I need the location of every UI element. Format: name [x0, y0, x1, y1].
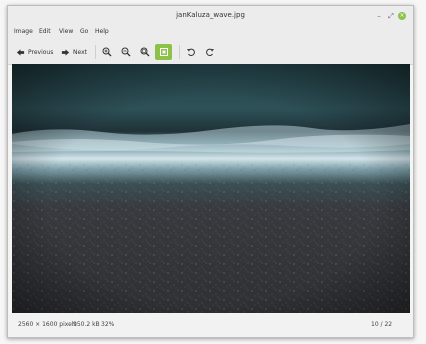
menu-view[interactable]: View: [59, 28, 73, 35]
menu-help[interactable]: Help: [95, 28, 109, 35]
minimize-button[interactable]: –: [374, 11, 384, 21]
image-viewer-window: janKaluza_wave.jpg – ⤢ × Image Edit View…: [7, 5, 414, 338]
menu-go[interactable]: Go: [80, 28, 88, 35]
arrow-right-icon: [61, 48, 70, 56]
title-bar[interactable]: janKaluza_wave.jpg – ⤢ ×: [8, 6, 413, 26]
menu-image[interactable]: Image: [14, 28, 33, 35]
zoom-in-icon: [102, 47, 112, 57]
status-bar: 2560 × 1600 pixels 950.2 kB 32% 10 / 22: [8, 314, 413, 337]
previous-label: Previous: [28, 48, 54, 56]
rotate-left-icon: [187, 48, 195, 56]
image-position: 10 / 22: [371, 321, 393, 328]
window-title: janKaluza_wave.jpg: [176, 11, 245, 19]
arrow-left-icon: [16, 48, 25, 56]
image-display[interactable]: [12, 64, 410, 313]
rotate-right-icon: [206, 48, 214, 56]
zoom-normal-icon: [140, 47, 150, 57]
best-fit-button[interactable]: [155, 44, 172, 60]
menu-bar: Image Edit View Go Help: [8, 26, 413, 40]
best-fit-icon: [159, 48, 168, 56]
toolbar: Previous Next: [8, 40, 413, 65]
zoom-out-icon: [121, 47, 131, 57]
zoom-normal-button[interactable]: [138, 45, 152, 59]
wave-photo: [12, 64, 410, 313]
menu-edit[interactable]: Edit: [39, 28, 51, 35]
image-dimensions: 2560 × 1600 pixels: [18, 321, 77, 328]
previous-button[interactable]: Previous: [16, 44, 53, 60]
maximize-button[interactable]: ⤢: [386, 11, 396, 21]
next-label: Next: [73, 48, 87, 56]
file-size: 950.2 kB: [73, 321, 100, 328]
close-button[interactable]: ×: [398, 12, 406, 20]
toolbar-separator: [179, 45, 180, 59]
zoom-level: 32%: [101, 321, 115, 328]
toolbar-separator: [95, 45, 96, 59]
next-button[interactable]: Next: [61, 44, 87, 60]
rotate-right-button[interactable]: [203, 45, 217, 59]
zoom-in-button[interactable]: [100, 45, 114, 59]
rotate-left-button[interactable]: [184, 45, 198, 59]
zoom-out-button[interactable]: [119, 45, 133, 59]
